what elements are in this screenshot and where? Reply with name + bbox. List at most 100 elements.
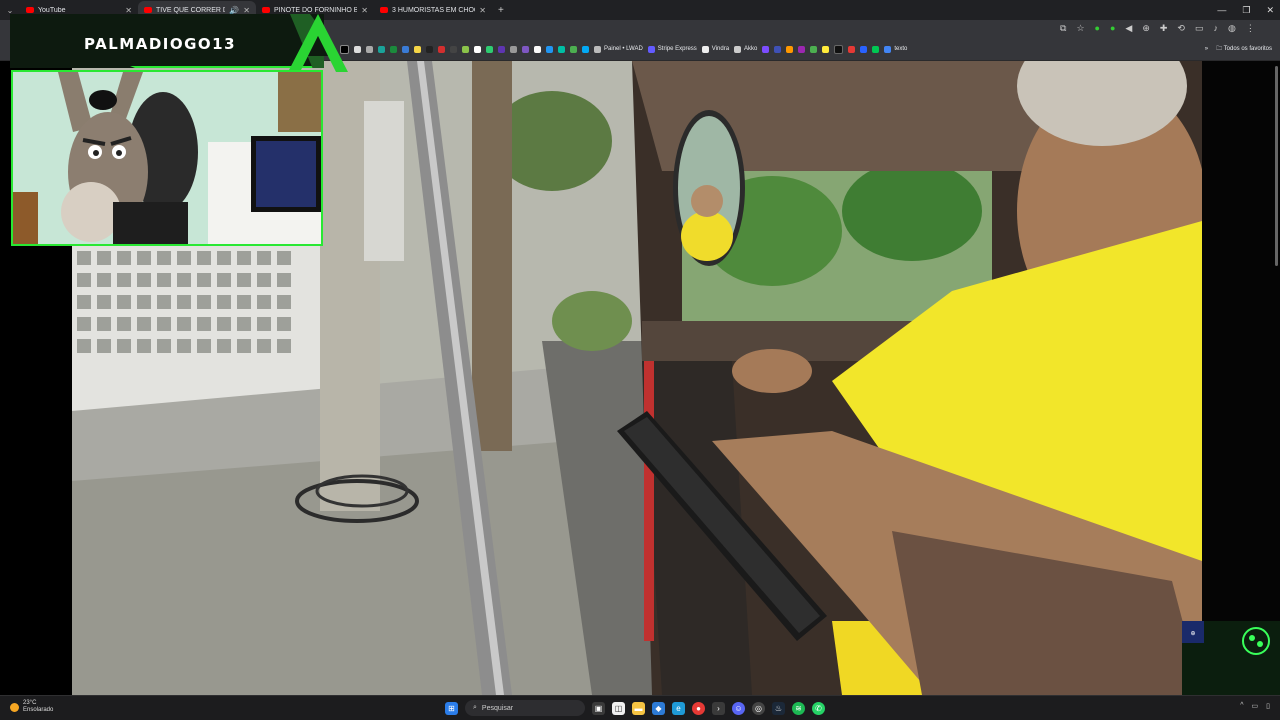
- video-letterbox-right: [1202, 61, 1280, 695]
- bookmark-icon[interactable]: [570, 44, 577, 54]
- close-tab-icon[interactable]: ✕: [361, 6, 368, 15]
- bookmark-icon[interactable]: [762, 44, 770, 54]
- sponsor-badge: ⊕: [1182, 621, 1280, 695]
- edge-icon[interactable]: e: [672, 701, 685, 715]
- bookmark-icon[interactable]: [438, 44, 445, 54]
- windows-taskbar: 23°C Ensolarado ⊞ ⌕ Pesquisar ▣ ◫ ▬ ◆ e …: [0, 695, 1280, 720]
- bookmark-icon[interactable]: [774, 44, 782, 54]
- new-tab-button[interactable]: +: [492, 5, 510, 16]
- more-bookmarks-icon[interactable]: »: [1205, 46, 1208, 52]
- obs-icon[interactable]: ◎: [752, 701, 765, 715]
- bookmark-icon[interactable]: [822, 44, 830, 54]
- install-app-icon[interactable]: ⧉: [1060, 23, 1066, 34]
- task-view-icon[interactable]: ▣: [592, 701, 605, 715]
- chrome-icon[interactable]: ●: [692, 701, 705, 715]
- taskbar-search-box[interactable]: ⌕ Pesquisar: [465, 700, 585, 716]
- start-windows-icon[interactable]: ⊞: [445, 701, 458, 715]
- stripe-icon: [647, 45, 655, 53]
- webcam-overlay: [11, 70, 323, 246]
- spotify-icon[interactable]: ≋: [792, 701, 805, 715]
- bookmark-icon[interactable]: [860, 44, 868, 54]
- bookmark-stripe[interactable]: Stripe Express: [647, 44, 697, 54]
- youtube-icon: [262, 7, 270, 13]
- bookmark-icon[interactable]: [546, 44, 553, 54]
- bookmark-icon[interactable]: [798, 44, 806, 54]
- sidebar-icon[interactable]: ▭: [1195, 23, 1204, 34]
- menu-icon[interactable]: ⋮: [1246, 23, 1255, 34]
- svg-text:⊕: ⊕: [1190, 631, 1195, 637]
- bookmark-akko[interactable]: Akko: [734, 44, 757, 54]
- bookmark-icon[interactable]: [462, 44, 469, 54]
- profile-avatar-icon[interactable]: ◍: [1228, 23, 1236, 34]
- sun-icon: [10, 702, 19, 712]
- docs-icon: [884, 45, 892, 53]
- bookmark-label: Akko: [744, 46, 758, 52]
- whatsapp-icon[interactable]: ✆: [812, 701, 825, 715]
- bookmark-icon[interactable]: [510, 44, 517, 54]
- youtube-icon: [380, 7, 388, 13]
- bookmark-icon[interactable]: [354, 44, 361, 54]
- bookmark-icon[interactable]: [366, 44, 373, 54]
- bookmark-icon[interactable]: [426, 44, 433, 54]
- tab-title: TIVE QUE CORRER DESSA: [156, 6, 225, 14]
- bookmark-icon[interactable]: [474, 44, 481, 54]
- bookmark-icon[interactable]: [378, 44, 385, 54]
- bookmark-label: Vindra: [711, 46, 730, 52]
- bookmark-painel[interactable]: Painel • LWAD: [594, 44, 643, 54]
- bookmark-icon[interactable]: [848, 44, 856, 54]
- close-tab-icon[interactable]: ✕: [479, 6, 486, 15]
- green-logo-icon: [288, 14, 348, 72]
- all-bookmarks-folder[interactable]: 🗀 Todos os favoritos: [1216, 44, 1272, 54]
- bookmark-texto[interactable]: texto: [884, 44, 907, 54]
- tray-chevron-icon[interactable]: ^: [1240, 702, 1243, 710]
- app-icon[interactable]: ◆: [652, 701, 665, 715]
- network-icon[interactable]: ▭: [1252, 702, 1259, 710]
- extension-icon[interactable]: ●: [1110, 23, 1115, 34]
- tab-title: PINOTE DO FORNINHO BOLOLÔ: [274, 6, 358, 14]
- history-icon[interactable]: ⟲: [1177, 23, 1185, 34]
- bookmark-icon[interactable]: [486, 44, 493, 54]
- bookmark-label: texto: [894, 46, 908, 52]
- extension-icon[interactable]: ●: [1095, 23, 1100, 34]
- bookmark-icon[interactable]: [534, 44, 541, 54]
- bookmark-icon[interactable]: [402, 44, 409, 54]
- store-icon[interactable]: ◫: [612, 701, 625, 715]
- bookmark-icon[interactable]: [390, 44, 397, 54]
- youtube-icon: [144, 7, 152, 13]
- bookmark-vindra[interactable]: Vindra: [701, 44, 730, 54]
- bookmark-icon[interactable]: [414, 44, 421, 54]
- toolbar-icons: ⧉ ☆ ● ● ◀ ⊕ ✚ ⟲ ▭ ♪ ◍ ⋮: [1060, 23, 1255, 34]
- bookmark-icon[interactable]: [810, 44, 818, 54]
- tab-video-3[interactable]: 3 HUMORISTAS EM CHOQUE C ✕: [374, 1, 492, 19]
- file-explorer-icon[interactable]: ▬: [632, 701, 645, 715]
- battery-icon[interactable]: ▯: [1266, 702, 1270, 710]
- all-bookmarks-label: Todos os favoritos: [1223, 46, 1272, 52]
- system-tray: ^ ▭ ▯: [1240, 702, 1270, 710]
- bookmark-icon[interactable]: [834, 44, 844, 54]
- youtube-icon: [26, 7, 34, 13]
- bookmark-icon[interactable]: [582, 44, 589, 54]
- steam-icon[interactable]: ♨: [772, 701, 785, 715]
- bookmark-icon[interactable]: [558, 44, 565, 54]
- terminal-icon[interactable]: ›: [712, 701, 725, 715]
- page-scrollbar[interactable]: [1275, 66, 1278, 266]
- discord-icon[interactable]: ☺: [732, 701, 745, 715]
- webcam-feed: [13, 72, 321, 244]
- weather-widget[interactable]: 23°C Ensolarado: [10, 700, 53, 714]
- audio-icon[interactable]: ◀: [1125, 23, 1132, 34]
- bookmark-icon[interactable]: [872, 44, 880, 54]
- bookmark-icon[interactable]: [498, 44, 505, 54]
- extension-icon[interactable]: ⊕: [1142, 23, 1150, 34]
- close-window-icon[interactable]: ✕: [1266, 5, 1274, 16]
- media-icon[interactable]: ♪: [1213, 23, 1218, 34]
- minimize-icon[interactable]: —: [1217, 5, 1226, 15]
- extensions-puzzle-icon[interactable]: ✚: [1160, 23, 1168, 34]
- bookmark-icon[interactable]: [450, 44, 457, 54]
- window-controls: — ❐ ✕: [1217, 0, 1274, 20]
- bookmark-star-icon[interactable]: ☆: [1076, 23, 1084, 34]
- channel-name: PALMADIOGO13: [84, 35, 237, 53]
- sponsor-graphic: ⊕: [1182, 621, 1280, 695]
- bookmark-icon[interactable]: [786, 44, 794, 54]
- maximize-icon[interactable]: ❐: [1242, 5, 1250, 16]
- bookmark-icon[interactable]: [522, 44, 529, 54]
